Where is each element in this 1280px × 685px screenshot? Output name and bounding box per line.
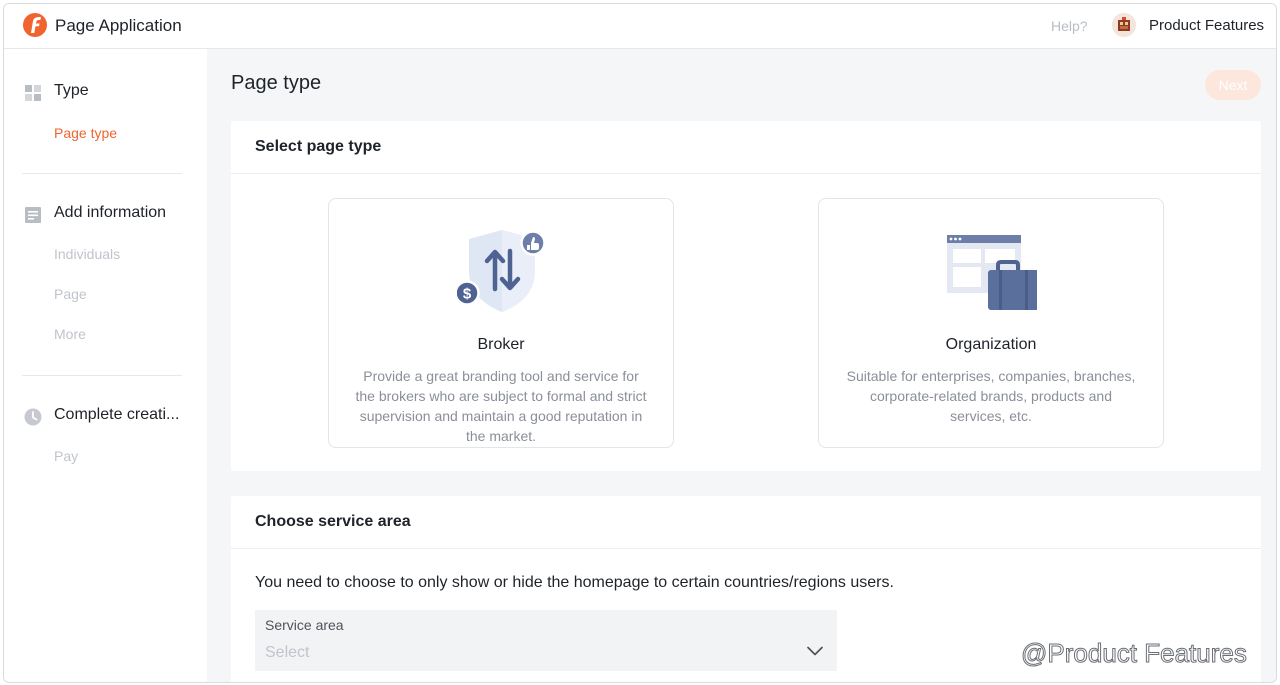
top-bar: Page Application Help? Product Features bbox=[4, 4, 1276, 49]
watermark: @Product Features bbox=[1021, 638, 1248, 669]
service-area-label: Service area bbox=[265, 617, 344, 633]
app-window: Page Application Help? Product Features … bbox=[3, 3, 1277, 683]
clock-icon bbox=[24, 408, 42, 426]
sidebar-step-label: Add information bbox=[54, 204, 167, 221]
briefcase-window-icon bbox=[947, 235, 1037, 310]
app-logo-icon bbox=[23, 13, 47, 37]
sidebar-item-more[interactable]: More bbox=[54, 326, 86, 342]
grid-icon bbox=[25, 85, 41, 101]
sidebar: Type Page type Add information Individua… bbox=[4, 49, 207, 682]
page-title: Page type bbox=[231, 72, 322, 94]
sidebar-step-label: Complete creati... bbox=[54, 406, 180, 423]
type-option-name: Organization bbox=[945, 336, 1037, 353]
service-area-select[interactable]: Service area Select bbox=[255, 610, 837, 671]
user-avatar-icon bbox=[1112, 13, 1136, 37]
sidebar-divider bbox=[22, 375, 182, 376]
sidebar-item-page[interactable]: Page bbox=[54, 286, 87, 302]
avatar[interactable] bbox=[1112, 13, 1136, 37]
document-icon bbox=[25, 207, 41, 223]
sidebar-item-page-type[interactable]: Page type bbox=[54, 125, 117, 141]
service-area-instruction: You need to choose to only show or hide … bbox=[255, 574, 894, 591]
type-option-broker[interactable]: $ Broker Provide a great branding tool a… bbox=[328, 198, 674, 448]
type-option-name: Broker bbox=[477, 336, 525, 353]
sidebar-item-pay[interactable]: Pay bbox=[54, 448, 78, 464]
type-option-organization[interactable]: Organization Suitable for enterprises, c… bbox=[818, 198, 1164, 448]
type-option-description: Suitable for enterprises, companies, bra… bbox=[846, 368, 1136, 424]
sidebar-item-individuals[interactable]: Individuals bbox=[54, 246, 120, 262]
card-heading: Select page type bbox=[231, 121, 1261, 174]
app-title: Page Application bbox=[55, 16, 182, 35]
main-content: Page type Next Select page type $ Broker… bbox=[207, 49, 1276, 682]
chevron-down-icon bbox=[807, 646, 823, 656]
service-area-placeholder: Select bbox=[265, 644, 310, 661]
svg-text:$: $ bbox=[463, 286, 472, 303]
next-button[interactable]: Next bbox=[1205, 70, 1261, 100]
card-heading: Choose service area bbox=[231, 496, 1261, 549]
sidebar-divider bbox=[22, 173, 182, 174]
user-name[interactable]: Product Features bbox=[1149, 17, 1264, 34]
type-option-description: Provide a great branding tool and servic… bbox=[355, 368, 647, 444]
select-page-type-card: Select page type $ Broker Provide a grea… bbox=[231, 121, 1261, 471]
help-link[interactable]: Help? bbox=[1051, 18, 1088, 34]
sidebar-step-label: Type bbox=[54, 82, 89, 99]
shield-exchange-icon: $ bbox=[457, 230, 546, 312]
